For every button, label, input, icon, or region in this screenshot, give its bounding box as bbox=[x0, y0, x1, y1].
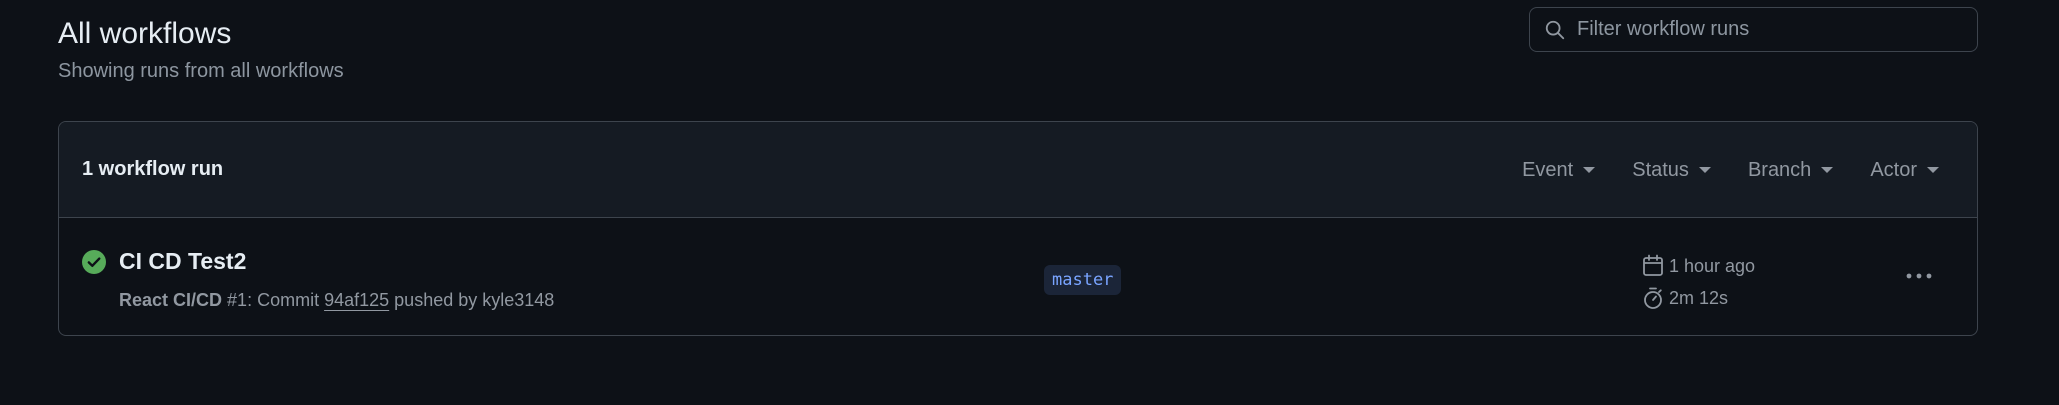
kebab-horizontal-icon bbox=[1906, 273, 1932, 279]
run-meta: React CI/CD #1: Commit 94af125 pushed by… bbox=[119, 288, 554, 312]
actor-filter-label: Actor bbox=[1870, 158, 1917, 181]
page-title: All workflows bbox=[58, 17, 232, 50]
actor-filter-dropdown[interactable]: Actor bbox=[1870, 159, 1939, 182]
calendar-icon bbox=[1643, 254, 1663, 276]
workflow-run-count: 1 workflow run bbox=[82, 158, 224, 180]
search-icon bbox=[1543, 18, 1567, 42]
workflow-name: React CI/CD bbox=[119, 290, 223, 310]
workflow-runs-box: 1 workflow run Event Status Branch Actor bbox=[58, 121, 1978, 336]
status-filter-label: Status bbox=[1632, 158, 1689, 181]
chevron-down-icon bbox=[1927, 167, 1939, 173]
chevron-down-icon bbox=[1583, 167, 1596, 173]
status-filter-dropdown[interactable]: Status bbox=[1632, 159, 1711, 182]
page-header: All workflows Showing runs from all work… bbox=[58, 14, 344, 84]
run-more-options-button[interactable] bbox=[1899, 262, 1939, 290]
branch-filter-dropdown[interactable]: Branch bbox=[1747, 158, 1834, 182]
run-number: #1 bbox=[227, 290, 248, 310]
run-meta-pushed-by: pushed by kyle3148 bbox=[389, 290, 555, 310]
chevron-down-icon bbox=[1821, 167, 1834, 173]
time-ago-text: 1 hour ago bbox=[1669, 255, 1756, 276]
success-check-icon bbox=[82, 250, 106, 274]
page-subtitle: Showing runs from all workflows bbox=[58, 60, 344, 82]
run-duration: 2m 12s bbox=[1642, 284, 1755, 312]
runs-box-header: 1 workflow run Event Status Branch Actor bbox=[59, 122, 1977, 218]
branch-badge[interactable]: master bbox=[1044, 265, 1122, 295]
run-time-ago: 1 hour ago bbox=[1642, 252, 1755, 280]
run-title-link[interactable]: CI CD Test2 bbox=[119, 246, 246, 276]
workflow-run-row: CI CD Test2 React CI/CD #1: Commit 94af1… bbox=[59, 218, 1977, 335]
run-timing: 1 hour ago 2m 12s bbox=[1642, 252, 1755, 316]
workflow-runs-page: All workflows Showing runs from all work… bbox=[0, 0, 2059, 405]
event-filter-label: Event bbox=[1522, 158, 1574, 181]
stopwatch-icon bbox=[1644, 287, 1662, 309]
filter-bar: Event Status Branch Actor bbox=[1485, 122, 1939, 218]
commit-sha-link[interactable]: 94af125 bbox=[324, 290, 389, 310]
chevron-down-icon bbox=[1698, 167, 1711, 173]
search-input[interactable] bbox=[1577, 18, 1977, 41]
filter-workflow-runs-search[interactable] bbox=[1529, 7, 1978, 52]
run-meta-commit-label: : Commit bbox=[247, 290, 325, 310]
duration-text: 2m 12s bbox=[1669, 287, 1729, 308]
event-filter-dropdown[interactable]: Event bbox=[1522, 158, 1596, 182]
branch-filter-label: Branch bbox=[1747, 158, 1812, 181]
